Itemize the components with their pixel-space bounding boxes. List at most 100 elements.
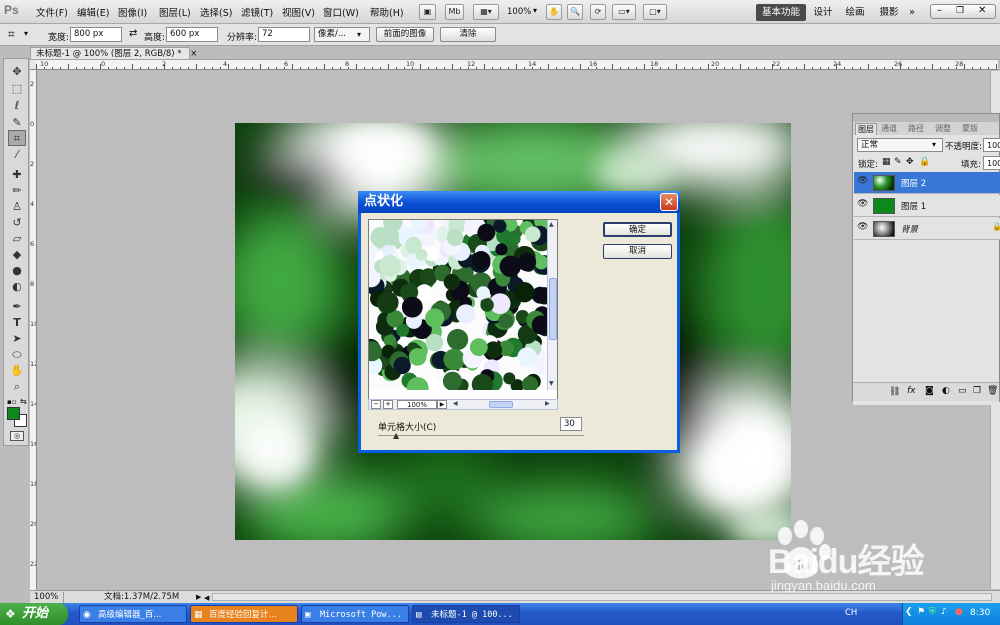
- tab-channels[interactable]: 通道: [881, 123, 897, 135]
- arrange-documents-icon[interactable]: ▭▾: [612, 4, 636, 20]
- hand-tool-icon[interactable]: ✋: [8, 363, 26, 379]
- pen-tool-icon[interactable]: ✒: [8, 299, 26, 315]
- blend-mode-select[interactable]: 正常: [857, 138, 943, 152]
- workspace-more[interactable]: »: [905, 4, 919, 21]
- preview-menu-arrow-icon[interactable]: ▶: [437, 400, 447, 409]
- paint-bucket-tool-icon[interactable]: ◆: [8, 247, 26, 263]
- workspace-painting[interactable]: 绘画: [843, 4, 867, 21]
- preview-vertical-scrollbar[interactable]: ▲ ▼: [547, 220, 557, 390]
- ok-button[interactable]: 确定: [603, 222, 672, 237]
- tab-layers[interactable]: 图层: [855, 123, 877, 135]
- menu-file[interactable]: 文件(F): [36, 5, 68, 19]
- lock-position-icon[interactable]: ✥: [906, 157, 914, 167]
- bridge-icon[interactable]: ▣: [419, 4, 436, 20]
- taskbar-item-powerpoint[interactable]: ▣ Microsoft Pow...: [301, 605, 409, 623]
- lasso-tool-icon[interactable]: ℓ: [8, 98, 26, 114]
- scroll-down-icon[interactable]: ▼: [549, 380, 554, 387]
- layer-row-layer1[interactable]: 👁 图层 1: [854, 195, 1000, 217]
- chevron-down-icon[interactable]: ▾: [533, 6, 537, 15]
- cell-size-slider-track[interactable]: [378, 435, 584, 436]
- zoom-in-icon[interactable]: +: [383, 400, 393, 409]
- scroll-right-icon[interactable]: ▶: [545, 400, 550, 407]
- cancel-button[interactable]: 取消: [603, 244, 672, 259]
- panel-header-bar[interactable]: [853, 114, 999, 122]
- history-brush-tool-icon[interactable]: ↺: [8, 215, 26, 231]
- marquee-tool-icon[interactable]: ⬚: [8, 81, 26, 97]
- tray-expand-icon[interactable]: ❮: [905, 607, 913, 617]
- eraser-tool-icon[interactable]: ▱: [8, 231, 26, 247]
- tool-preset-chevron-icon[interactable]: ▾: [24, 29, 28, 38]
- menu-select[interactable]: 选择(S): [200, 5, 232, 19]
- path-select-tool-icon[interactable]: ➤: [8, 331, 26, 347]
- opacity-field[interactable]: 100%: [983, 138, 1000, 152]
- zoom-level[interactable]: 100%: [507, 7, 531, 17]
- alert-icon[interactable]: ●: [955, 607, 963, 617]
- visibility-eye-icon[interactable]: 👁: [857, 222, 868, 232]
- taskbar-item-photoshop[interactable]: ▤ 未标题-1 @ 100...: [412, 605, 520, 623]
- fx-icon[interactable]: fx: [907, 386, 916, 396]
- lock-all-icon[interactable]: 🔒: [919, 157, 930, 167]
- close-icon[interactable]: ✕: [978, 5, 986, 16]
- trash-icon[interactable]: 🗑: [987, 386, 998, 396]
- menu-image[interactable]: 图像(I): [118, 5, 147, 19]
- dialog-titlebar[interactable]: 点状化 ✕: [358, 191, 680, 213]
- cell-size-field[interactable]: 30: [560, 417, 582, 431]
- resolution-field[interactable]: 72: [258, 27, 310, 42]
- visibility-eye-icon[interactable]: 👁: [857, 199, 868, 209]
- network-icon[interactable]: ⚑: [917, 607, 925, 617]
- blur-tool-icon[interactable]: ●: [8, 263, 26, 279]
- taskbar-item-editor[interactable]: ◉ 高级编辑器_百...: [79, 605, 187, 623]
- tab-paths[interactable]: 路径: [908, 123, 924, 135]
- cell-size-slider-handle[interactable]: ▲: [393, 431, 399, 440]
- crop-tool-icon[interactable]: ⌗: [8, 130, 26, 146]
- quick-select-tool-icon[interactable]: ✎: [8, 115, 26, 131]
- new-layer-icon[interactable]: ❐: [973, 386, 981, 396]
- type-tool-icon[interactable]: T: [8, 315, 26, 331]
- menu-filter[interactable]: 滤镜(T): [241, 5, 273, 19]
- lock-transparent-icon[interactable]: ▦: [882, 157, 891, 167]
- language-indicator[interactable]: CH: [845, 608, 857, 618]
- visibility-eye-icon[interactable]: 👁: [857, 176, 868, 186]
- preview-scroll-thumb[interactable]: [549, 278, 557, 340]
- document-close-icon[interactable]: ×: [190, 49, 197, 59]
- menu-view[interactable]: 视图(V): [282, 5, 315, 19]
- minimize-icon[interactable]: –: [937, 5, 942, 16]
- quick-mask-icon[interactable]: ◎: [10, 431, 24, 441]
- brush-tool-icon[interactable]: ✏: [8, 183, 26, 199]
- rotate-view-icon[interactable]: ⟳: [590, 4, 606, 20]
- fill-field[interactable]: 100%: [983, 156, 1000, 170]
- tab-masks[interactable]: 蒙版: [962, 123, 978, 135]
- clear-button[interactable]: 清除: [440, 27, 496, 42]
- swap-dimensions-icon[interactable]: ⇄: [129, 28, 137, 39]
- menu-window[interactable]: 窗口(W): [323, 5, 359, 19]
- shape-tool-icon[interactable]: ⬭: [8, 347, 26, 363]
- status-menu-arrow-icon[interactable]: ▶: [196, 592, 201, 603]
- restore-icon[interactable]: ❐: [956, 6, 964, 16]
- layer-row-layer2[interactable]: 👁 图层 2: [854, 172, 1000, 194]
- workspace-photography[interactable]: 摄影: [877, 4, 901, 21]
- workspace-design[interactable]: 设计: [812, 4, 834, 21]
- width-field[interactable]: 800 px: [70, 27, 122, 42]
- tab-adjustments[interactable]: 调整: [935, 123, 951, 135]
- start-button[interactable]: ❖ 开始: [0, 603, 68, 625]
- adjustment-icon[interactable]: ◐: [942, 386, 950, 396]
- security-shield-icon[interactable]: ⛨: [929, 607, 936, 617]
- preview-hscroll-thumb[interactable]: [489, 401, 513, 408]
- healing-brush-tool-icon[interactable]: ✚: [8, 167, 26, 183]
- link-icon[interactable]: ⛓: [889, 387, 900, 397]
- layer-row-background[interactable]: 👁 背景 🔒: [854, 218, 1000, 240]
- filter-preview[interactable]: ▲ ▼: [368, 219, 558, 400]
- status-zoom[interactable]: 100%: [34, 592, 64, 603]
- hand-icon[interactable]: ✋: [546, 4, 562, 20]
- scroll-left-icon[interactable]: ◀: [453, 400, 458, 407]
- zoom-tool-icon[interactable]: ⌕: [8, 379, 26, 395]
- menu-help[interactable]: 帮助(H): [370, 5, 404, 19]
- mask-icon[interactable]: ◙: [925, 386, 934, 396]
- clone-stamp-tool-icon[interactable]: ♙: [8, 199, 26, 215]
- default-colors-icon[interactable]: ▪▫: [7, 398, 17, 406]
- lock-image-icon[interactable]: ✎: [894, 157, 902, 167]
- resolution-unit-select[interactable]: 像素/...: [314, 27, 370, 42]
- workspace-essentials[interactable]: 基本功能: [756, 4, 806, 21]
- view-extras-icon[interactable]: ▦▾: [473, 4, 499, 20]
- zoom-out-icon[interactable]: −: [371, 400, 381, 409]
